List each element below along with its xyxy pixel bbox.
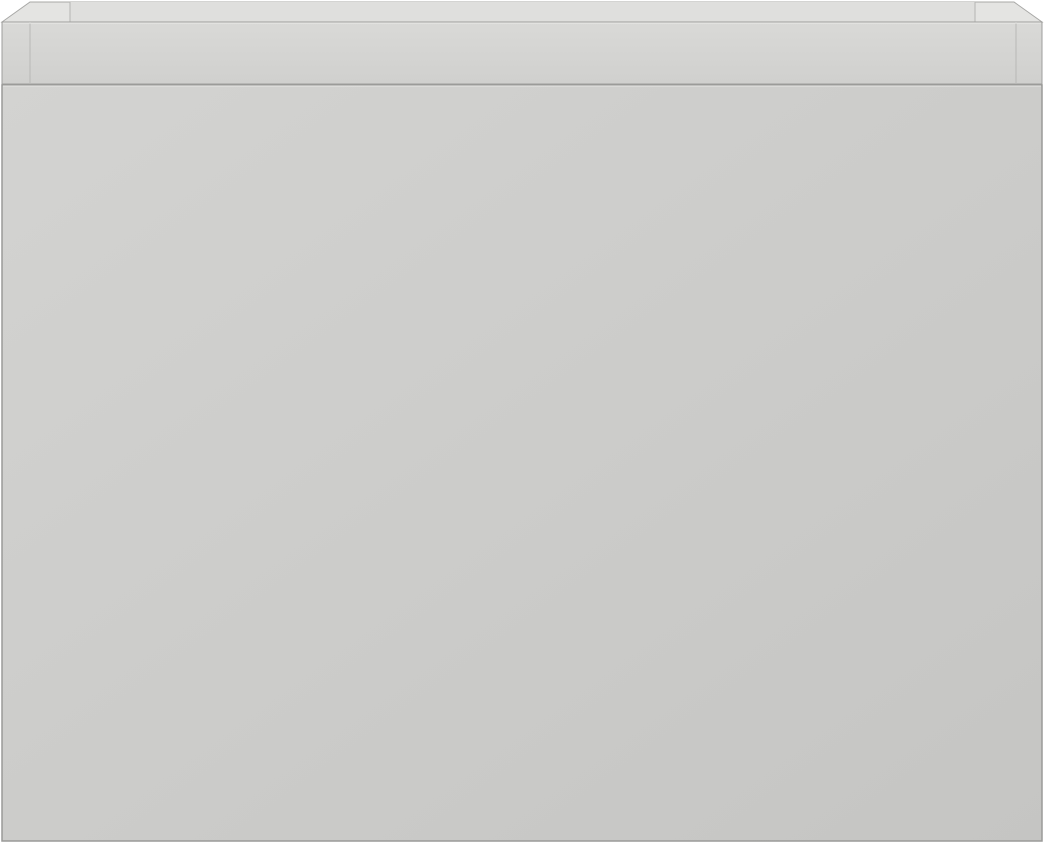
cabinet-illustration (0, 0, 1044, 844)
cabinet-top-rim (1, 21, 1043, 85)
product-image (0, 0, 1044, 844)
cabinet-front-panel (1, 84, 1043, 842)
cabinet-inner-wall (70, 2, 975, 22)
